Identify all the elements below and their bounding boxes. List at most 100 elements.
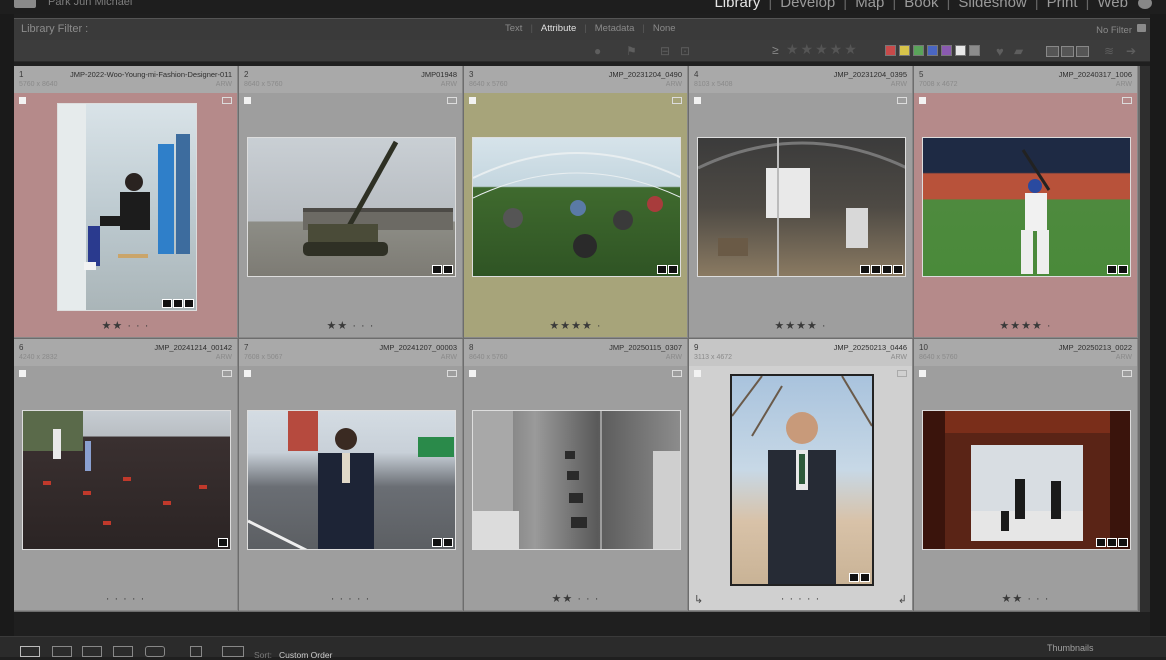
quick-collection-icon[interactable] <box>447 370 457 377</box>
cell-extension: ARW <box>665 81 682 88</box>
lock-icon[interactable] <box>1137 24 1146 32</box>
grid-cell[interactable]: 4 JMP_20231204_0395 8103 x 5408 ARW ★★★★… <box>689 66 913 338</box>
grid-cell[interactable]: 7 JMP_20241207_00003 7608 x 5067 ARW · ·… <box>239 339 463 611</box>
cell-dimensions: 8640 x 5760 <box>244 81 283 88</box>
grid-cell[interactable]: 6 JMP_20241214_00142 4240 x 2832 ARW · ·… <box>14 339 238 611</box>
cell-index: 4 <box>694 70 699 79</box>
quick-collection-icon[interactable] <box>222 370 232 377</box>
activity-icon[interactable] <box>1138 0 1152 10</box>
cell-rating[interactable]: ★★ · · · <box>239 319 462 332</box>
reject-filter-icon[interactable]: ⚑ <box>626 44 637 58</box>
flag-icon[interactable] <box>919 97 926 104</box>
quick-collection-icon[interactable] <box>447 97 457 104</box>
compare-view-icon[interactable] <box>82 646 102 657</box>
kind-video-icon[interactable] <box>1076 46 1089 57</box>
sort-dropdown[interactable]: Custom Order <box>279 650 332 660</box>
color-label-yellow[interactable] <box>899 45 910 56</box>
photo-thumbnail[interactable] <box>730 374 874 586</box>
color-label-purple[interactable] <box>941 45 952 56</box>
color-label-green[interactable] <box>913 45 924 56</box>
grid-cell-selected[interactable]: 9 JMP_20250213_0446 3113 x 4672 ARW ↳ ↲ … <box>689 339 913 611</box>
heart-icon[interactable]: ♥ <box>996 44 1004 59</box>
flag-icon[interactable] <box>19 370 26 377</box>
cell-rating[interactable]: ★★ · · · <box>14 319 237 332</box>
cell-rating[interactable]: ★★★★ · <box>914 319 1137 332</box>
people-view-icon[interactable] <box>145 646 165 657</box>
quick-collection-icon[interactable] <box>672 97 682 104</box>
module-develop[interactable]: Develop <box>780 0 835 11</box>
photo-thumbnail[interactable] <box>247 410 456 550</box>
kind-master-icon[interactable] <box>1046 46 1059 57</box>
grid-cell[interactable]: 1 JMP-2022-Woo-Young-mi-Fashion-Designer… <box>14 66 238 338</box>
grid-view-icon[interactable] <box>20 646 40 657</box>
stack-icon[interactable]: ≋ <box>1104 44 1114 58</box>
painter-icon[interactable] <box>190 646 202 657</box>
cell-filename: JMP_20250115_0307 <box>609 343 682 352</box>
quick-collection-icon[interactable] <box>897 370 907 377</box>
module-library[interactable]: Library <box>714 0 760 11</box>
cell-rating[interactable]: · · · · · <box>14 593 237 605</box>
photo-thumbnail[interactable] <box>247 137 456 277</box>
flag-icon[interactable] <box>694 97 701 104</box>
quick-collection-icon[interactable] <box>672 370 682 377</box>
photo-thumbnail[interactable] <box>22 410 231 550</box>
flag-filter-icon[interactable]: ● <box>594 44 601 58</box>
photo-thumbnail[interactable] <box>472 137 681 277</box>
rating-stars-filter[interactable]: ★★★★★ <box>786 41 859 58</box>
sort-direction-icon[interactable] <box>222 646 244 657</box>
cell-index: 7 <box>244 343 249 352</box>
grid-cell[interactable]: 2 JMP01948 8640 x 5760 ARW ★★ · · · <box>239 66 463 338</box>
grid-cell[interactable]: 5 JMP_20240317_1006 7008 x 4672 ARW ★★★★… <box>914 66 1138 338</box>
photo-thumbnail[interactable] <box>697 137 906 277</box>
flag-icon[interactable] <box>919 370 926 377</box>
color-label-blue[interactable] <box>927 45 938 56</box>
module-print[interactable]: Print <box>1047 0 1078 11</box>
module-slideshow[interactable]: Slideshow <box>958 0 1026 11</box>
flag-icon[interactable] <box>694 370 701 377</box>
quick-collection-icon[interactable] <box>1122 370 1132 377</box>
edit-filter-icon[interactable]: ⊟ <box>660 44 670 58</box>
comment-icon[interactable]: ▰ <box>1014 44 1023 58</box>
rating-operator[interactable]: ≥ <box>772 43 779 57</box>
thumbnail-grid: 1 JMP-2022-Woo-Young-mi-Fashion-Designer… <box>14 66 1140 612</box>
loupe-view-icon[interactable] <box>52 646 72 657</box>
photo-thumbnail[interactable] <box>922 137 1131 277</box>
tab-none[interactable]: None <box>653 23 676 34</box>
quick-collection-icon[interactable] <box>1122 97 1132 104</box>
module-web[interactable]: Web <box>1097 0 1128 11</box>
tab-metadata[interactable]: Metadata <box>595 23 635 34</box>
quick-collection-icon[interactable] <box>222 97 232 104</box>
tab-attribute[interactable]: Attribute <box>541 23 576 34</box>
survey-view-icon[interactable] <box>113 646 133 657</box>
flag-icon[interactable] <box>19 97 26 104</box>
cell-rating[interactable]: ★★★★ · <box>689 319 912 332</box>
arrow-right-icon[interactable]: ➔ <box>1126 44 1136 58</box>
flag-icon[interactable] <box>469 97 476 104</box>
filter-preset[interactable]: No Filter <box>1096 25 1132 36</box>
cell-rating[interactable]: ★★ · · · <box>464 592 687 605</box>
module-map[interactable]: Map <box>855 0 884 11</box>
cell-rating[interactable]: ★★★★ · <box>464 319 687 332</box>
grid-cell[interactable]: 10 JMP_20250213_0022 8640 x 5760 ARW ★★ … <box>914 339 1138 611</box>
flag-icon[interactable] <box>244 370 251 377</box>
color-label-red[interactable] <box>885 45 896 56</box>
tab-text[interactable]: Text <box>505 23 522 34</box>
cell-index: 10 <box>919 343 928 352</box>
photo-thumbnail[interactable] <box>472 410 681 550</box>
grid-scrollbar[interactable] <box>1140 66 1150 612</box>
flag-icon[interactable] <box>469 370 476 377</box>
grid-cell[interactable]: 3 JMP_20231204_0490 8640 x 5760 ARW ★★★★… <box>464 66 688 338</box>
module-book[interactable]: Book <box>904 0 938 11</box>
color-label-none[interactable] <box>969 45 980 56</box>
kind-virtual-icon[interactable] <box>1061 46 1074 57</box>
flag-icon[interactable] <box>244 97 251 104</box>
photo-thumbnail[interactable] <box>57 103 197 311</box>
cell-rating[interactable]: · · · · · <box>689 593 912 605</box>
cell-rating[interactable]: ★★ · · · <box>914 592 1137 605</box>
quick-collection-icon[interactable] <box>897 97 907 104</box>
photo-thumbnail[interactable] <box>922 410 1131 550</box>
unedited-filter-icon[interactable]: ⊡ <box>680 44 690 58</box>
color-label-custom[interactable] <box>955 45 966 56</box>
cell-rating[interactable]: · · · · · <box>239 593 462 605</box>
grid-cell[interactable]: 8 JMP_20250115_0307 8640 x 5760 ARW ★★ ·… <box>464 339 688 611</box>
